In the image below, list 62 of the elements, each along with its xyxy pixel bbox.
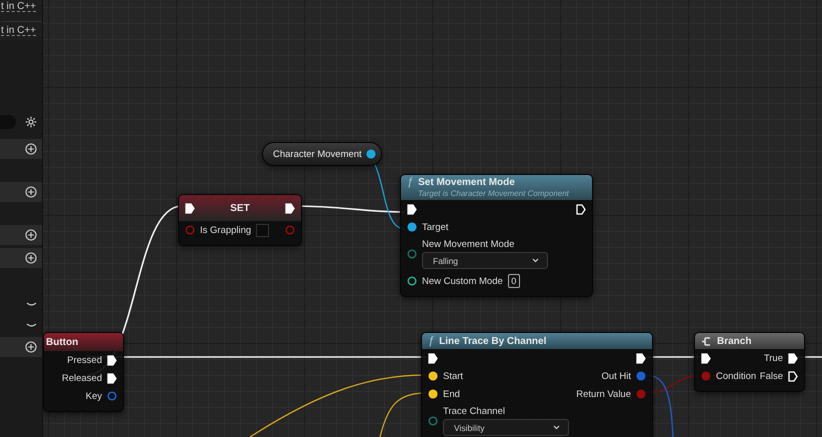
exec-pin[interactable] <box>636 352 646 364</box>
value-field[interactable]: 0 <box>508 274 520 288</box>
data-pin[interactable] <box>407 276 417 286</box>
exec-pin[interactable] <box>107 354 117 366</box>
exec-pin[interactable] <box>107 372 117 384</box>
node-title: Character Movement <box>273 148 362 160</box>
chevron-down-icon <box>532 258 539 263</box>
pin-label: Start <box>443 370 464 382</box>
add-icon[interactable] <box>25 252 37 264</box>
node[interactable]: Character Movement <box>262 142 382 166</box>
pin-label: End <box>443 388 460 400</box>
pin-label: Pressed <box>67 354 102 366</box>
node[interactable]: Branch True Condition False <box>694 332 805 392</box>
pin-label: New Movement Mode <box>422 239 516 250</box>
settings-icon[interactable] <box>25 116 37 128</box>
node-title: Line Trace By Channel <box>439 336 546 346</box>
pin-label: True <box>764 352 783 364</box>
graph-canvas[interactable] <box>43 0 822 437</box>
data-pin[interactable] <box>366 149 376 159</box>
dropdown[interactable]: Falling <box>422 252 548 269</box>
pin-label: Is Grappling <box>200 224 252 236</box>
function-glyph: ƒ <box>407 176 414 188</box>
node-title: Set Movement Mode <box>418 176 515 188</box>
branch-icon <box>701 336 712 346</box>
node-title: SET <box>229 202 251 214</box>
dropdown[interactable]: Visibility <box>443 419 569 436</box>
node-subtitle: Target is Character Movement Component <box>417 188 570 199</box>
pin-label: Condition <box>716 370 756 382</box>
chevron-icon[interactable] <box>26 322 37 328</box>
add-icon[interactable] <box>25 143 37 155</box>
pin-label: Trace Channel <box>443 406 506 417</box>
pin-label: Key <box>86 390 102 402</box>
node[interactable]: ƒ Set Movement Mode Target is Character Movement Component Target New Movement Mode Falling New Custom Mode 0 <box>400 174 593 297</box>
add-icon[interactable] <box>25 341 37 353</box>
function-glyph: ƒ <box>428 335 434 347</box>
pin-label: Out Hit <box>601 370 631 382</box>
exec-pin[interactable] <box>576 204 586 214</box>
chevron-icon[interactable] <box>26 302 37 306</box>
node-title: Button <box>46 336 78 348</box>
exec-pin[interactable] <box>285 202 295 214</box>
exec-pin[interactable] <box>407 204 417 214</box>
exec-pin[interactable] <box>185 202 195 214</box>
data-pin[interactable] <box>407 222 417 232</box>
exec-pin[interactable] <box>428 352 438 364</box>
chevron-down-icon <box>553 425 560 430</box>
pin-label: Return Value <box>576 388 631 400</box>
node-title: Branch <box>717 336 752 346</box>
link[interactable]: t in C++ <box>1 0 42 14</box>
pin-label: Target <box>422 222 448 232</box>
node[interactable]: SET Is Grappling <box>178 194 302 246</box>
pin-label: New Custom Mode <box>422 276 503 286</box>
link[interactable]: t in C++ <box>1 21 42 38</box>
add-icon[interactable] <box>25 229 37 241</box>
node[interactable]: ƒ Line Trace By Channel Start Out Hit End Return Value Trace Channel Visibility <box>421 332 653 437</box>
exec-pin[interactable] <box>701 352 711 364</box>
checkbox[interactable] <box>256 224 270 236</box>
pin-label: Released <box>62 372 102 384</box>
exec-pin[interactable] <box>788 370 798 382</box>
add-icon[interactable] <box>25 186 37 198</box>
pin-label: False <box>760 370 783 382</box>
exec-pin[interactable] <box>788 352 798 364</box>
node[interactable]: Button Pressed Released Key <box>43 332 124 412</box>
